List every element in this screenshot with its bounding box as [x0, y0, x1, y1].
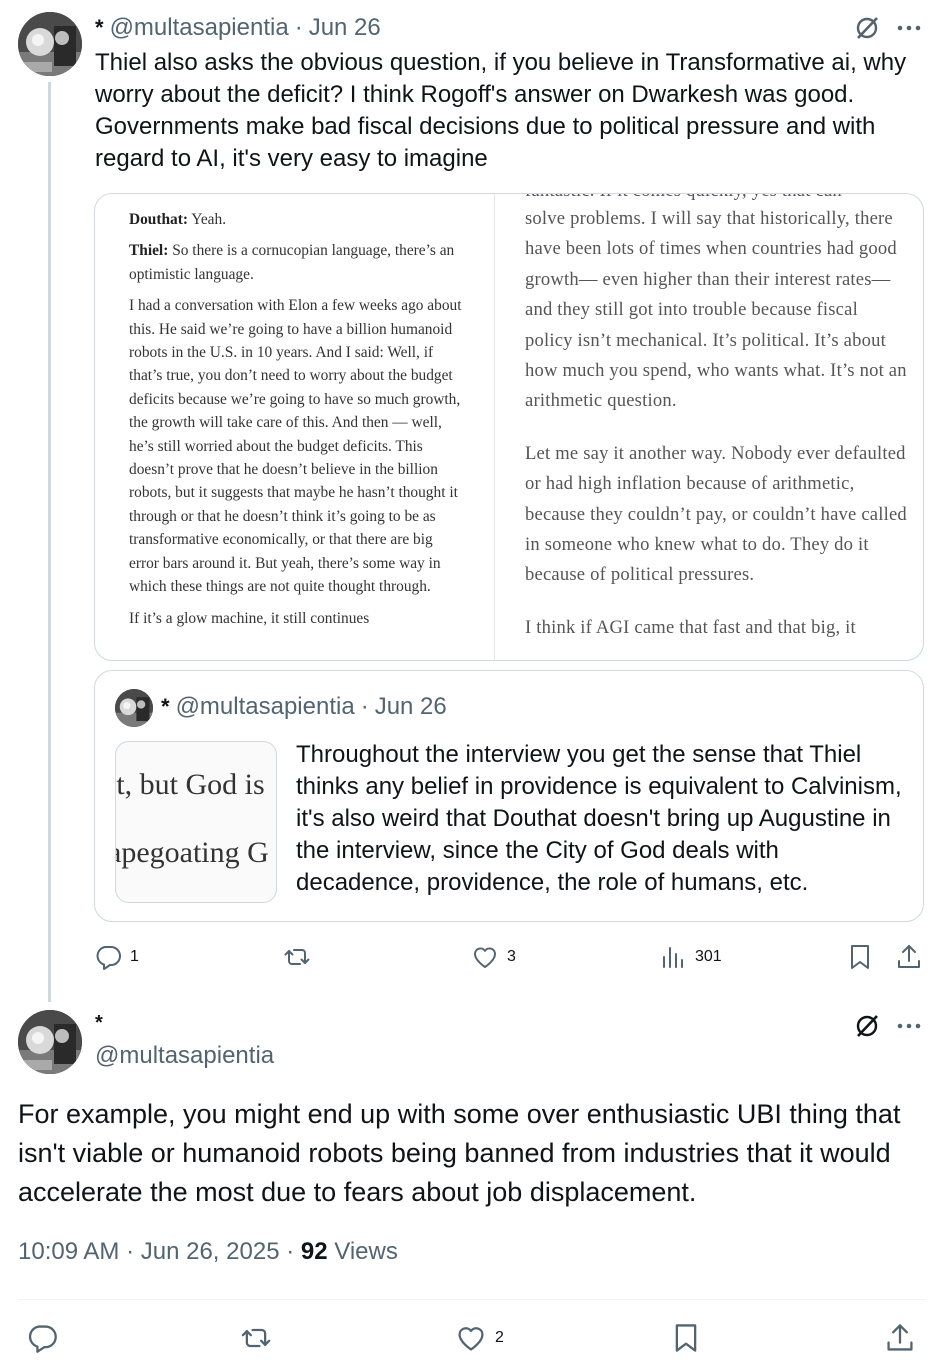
tweet-text: For example, you might end up with some …: [18, 1099, 901, 1207]
views-count: 301: [695, 948, 722, 965]
bookmark-icon: [851, 945, 869, 969]
article-excerpt-left: Douthat: Yeah. Thiel: So there is a corn…: [95, 194, 495, 660]
excerpt-paragraph: Douthat: Yeah.: [129, 208, 464, 231]
repost-button[interactable]: [240, 1322, 280, 1354]
avatar-image: [115, 689, 153, 727]
article-excerpt-right: fantastic. If it comes quickly, yes that…: [495, 194, 923, 660]
excerpt-text: So there is a cornucopian language, ther…: [129, 242, 455, 283]
quoted-handle: @multasapientia: [175, 693, 355, 720]
repost-icon: [241, 1328, 271, 1348]
excerpt-text: Yeah.: [188, 211, 227, 228]
separator-dot: ·: [286, 1238, 295, 1265]
like-icon: [458, 1327, 484, 1351]
like-button[interactable]: 3: [471, 941, 516, 973]
reply-button[interactable]: [26, 1322, 66, 1354]
divider: [18, 1299, 926, 1300]
repost-button[interactable]: [283, 941, 319, 973]
quoted-date: Jun 26: [374, 693, 447, 720]
share-icon: [898, 945, 920, 968]
like-icon: [473, 947, 497, 968]
excerpt-paragraph: I had a conversation with Elon a few wee…: [129, 297, 462, 596]
quoted-display-name: *: [161, 694, 170, 719]
avatar[interactable]: [18, 12, 82, 76]
grok-icon[interactable]: [853, 14, 881, 42]
share-icon: [887, 1324, 913, 1351]
quoted-tweet-header: * @multasapientia · Jun 26: [161, 693, 447, 721]
excerpt-paragraph-cut: If it’s a glow machine, it still continu…: [129, 609, 370, 627]
excerpt-paragraph: Thiel: So there is a cornucopian languag…: [129, 239, 464, 286]
more-options-icon[interactable]: [895, 1012, 923, 1040]
excerpt-paragraph: Let me say it another way. Nobody ever d…: [525, 442, 907, 586]
thread-connector-line: [48, 82, 51, 1002]
handle[interactable]: @multasapientia: [110, 14, 289, 42]
tweet-header: * @multasapientia · Jun 26: [95, 12, 381, 44]
quoted-avatar: [115, 689, 153, 727]
avatar-image: [18, 1010, 82, 1074]
bookmark-button[interactable]: [846, 941, 874, 973]
views-label: Views: [334, 1238, 398, 1265]
separator-dot: ·: [294, 14, 303, 41]
like-count: 2: [495, 1329, 504, 1346]
tweet-date[interactable]: Jun 26: [309, 14, 381, 42]
speaker-label: Douthat:: [129, 211, 188, 228]
more-options-icon[interactable]: [895, 14, 923, 42]
thumbnail-text-line: apegoating G: [115, 836, 269, 869]
avatar-image: [18, 12, 82, 76]
excerpt-cut-bottom: I think if AGI came that fast and that b…: [525, 616, 856, 638]
reply-icon: [28, 1325, 57, 1353]
views-count: 92: [300, 1238, 328, 1265]
separator-dot: ·: [360, 693, 369, 720]
speaker-label: Thiel:: [129, 242, 169, 260]
handle[interactable]: @multasapientia: [95, 1042, 274, 1070]
thumbnail-text-line: it, but God is: [115, 768, 265, 801]
bookmark-icon: [675, 1324, 697, 1352]
grok-icon[interactable]: [853, 1012, 881, 1040]
quoted-media-thumbnail: it, but God is apegoating G: [115, 741, 277, 903]
views-button[interactable]: 301: [659, 941, 722, 973]
quoted-tweet-text: Throughout the interview you get the sen…: [296, 741, 902, 896]
reply-icon: [96, 946, 121, 970]
share-button[interactable]: [895, 941, 923, 973]
like-button[interactable]: 2: [455, 1322, 504, 1354]
quoted-tweet[interactable]: * @multasapientia · Jun 26 it, but God i…: [94, 670, 924, 922]
excerpt-paragraph: solve problems. I will say that historic…: [525, 208, 907, 412]
tweet-text: Thiel also asks the obvious question, if…: [95, 49, 907, 172]
reply-count: 1: [130, 948, 139, 965]
avatar[interactable]: [18, 1010, 82, 1074]
repost-icon: [284, 949, 310, 965]
tweet-time[interactable]: 10:09 AM: [18, 1238, 119, 1265]
bookmark-button[interactable]: [670, 1322, 702, 1354]
tweet-timestamp: 10:09 AM · Jun 26, 2025 · 92 Views: [18, 1238, 398, 1266]
tweet-media-image[interactable]: Douthat: Yeah. Thiel: So there is a corn…: [94, 193, 924, 661]
separator-dot: ·: [126, 1238, 135, 1265]
reply-button[interactable]: 1: [94, 941, 139, 973]
like-count: 3: [507, 948, 516, 965]
tweet-date[interactable]: Jun 26, 2025: [141, 1238, 280, 1265]
views-icon: [663, 947, 683, 968]
display-name[interactable]: *: [95, 1012, 103, 1035]
display-name[interactable]: *: [95, 15, 104, 41]
share-button[interactable]: [884, 1322, 916, 1354]
